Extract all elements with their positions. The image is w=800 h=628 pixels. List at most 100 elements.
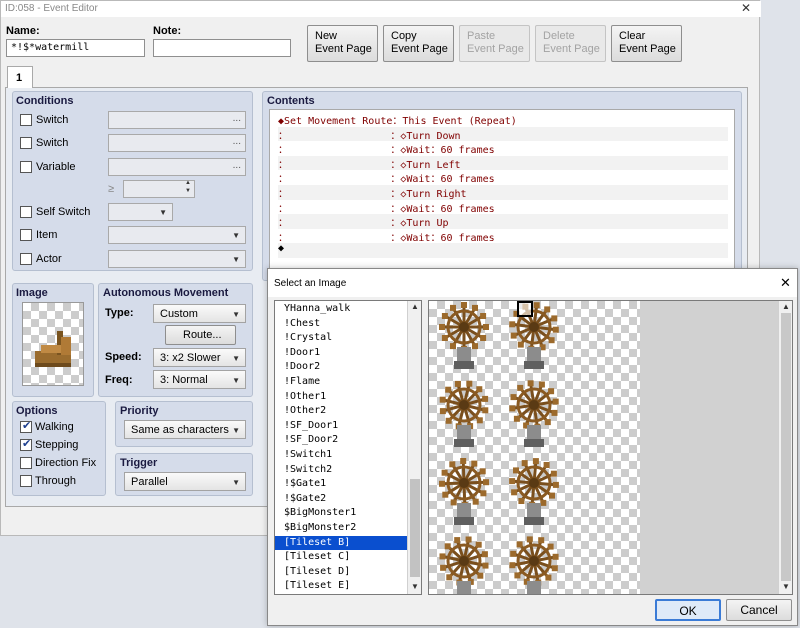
name-input[interactable]: *!$*watermill xyxy=(6,39,145,57)
file-list-item[interactable]: YHanna_walk xyxy=(275,302,408,317)
event-command-line[interactable]: ： ：◇Turn Right xyxy=(278,185,728,200)
file-list-item[interactable]: [Tileset D] xyxy=(275,565,408,580)
freq-value: 3: Normal xyxy=(160,374,208,386)
type-value: Custom xyxy=(160,308,198,320)
file-list-scrollbar[interactable]: ▲ ▼ xyxy=(407,301,421,594)
self-switch-select[interactable]: ▼ xyxy=(108,203,173,221)
file-list-item[interactable]: !$Gate2 xyxy=(275,492,408,507)
event-command-line[interactable]: ： ：◇Wait：60 frames xyxy=(278,141,728,156)
actor-checkbox[interactable] xyxy=(20,253,32,265)
conditions-panel: Conditions Switch ... Switch ... Variabl… xyxy=(12,91,253,271)
file-list-item[interactable]: !Flame xyxy=(275,375,408,390)
close-icon[interactable]: ✕ xyxy=(739,1,753,15)
scroll-thumb[interactable] xyxy=(410,479,420,577)
file-list-item[interactable]: [Tileset B] xyxy=(275,535,408,551)
file-list-item[interactable]: !SF_Door2 xyxy=(275,433,408,448)
selection-cursor xyxy=(517,301,533,317)
copy-event-page-label-2: Event Page xyxy=(391,43,448,55)
file-list-item[interactable]: !Switch1 xyxy=(275,448,408,463)
trigger-panel: Trigger Parallel ▼ xyxy=(115,453,253,496)
image-preview-area[interactable]: ▲ ▼ xyxy=(428,300,793,595)
copy-event-page-button[interactable]: Copy Event Page xyxy=(383,25,454,62)
item-checkbox[interactable] xyxy=(20,229,32,241)
tileset-canvas[interactable] xyxy=(429,301,640,594)
switch1-checkbox[interactable] xyxy=(20,114,32,126)
scroll-thumb[interactable] xyxy=(781,313,791,581)
event-command-line[interactable]: ： ：◇Turn Down xyxy=(278,126,728,142)
event-command-line[interactable]: ◆Set Movement Route：This Event (Repeat) xyxy=(278,112,728,127)
variable-checkbox[interactable] xyxy=(20,161,32,173)
file-list-item[interactable]: !Crystal xyxy=(275,331,408,346)
actor-select[interactable]: ▼ xyxy=(108,250,246,268)
switch1-field[interactable]: ... xyxy=(108,111,246,129)
file-list-item[interactable]: [Tileset E] xyxy=(275,579,408,594)
item-select[interactable]: ▼ xyxy=(108,226,246,244)
watermill-wheel-sprite[interactable] xyxy=(439,301,489,373)
event-commands-list[interactable]: ◆Set Movement Route：This Event (Repeat)：… xyxy=(269,109,735,271)
close-icon[interactable]: ✕ xyxy=(780,275,791,291)
dialog-title-bar: Select an Image ✕ xyxy=(268,269,797,297)
watermill-wheel-sprite[interactable] xyxy=(439,535,489,595)
type-select[interactable]: Custom ▼ xyxy=(153,304,246,323)
variable-value-spinner[interactable]: ▲ ▼ xyxy=(123,180,195,198)
event-command-line[interactable]: ： ：◇Turn Left xyxy=(278,155,728,171)
autonomous-title: Autonomous Movement xyxy=(103,287,229,299)
spin-down-icon[interactable]: ▼ xyxy=(185,188,191,194)
file-list-item[interactable]: !$Gate1 xyxy=(275,477,408,492)
event-command-line[interactable]: ： ：◇Wait：60 frames xyxy=(278,170,728,185)
file-list-item[interactable]: !Other1 xyxy=(275,390,408,405)
file-list-item[interactable]: !Chest xyxy=(275,317,408,332)
switch2-field[interactable]: ... xyxy=(108,134,246,152)
watermill-wheel-sprite[interactable] xyxy=(439,379,489,451)
watermill-wheel-sprite[interactable] xyxy=(509,535,559,595)
scroll-up-icon[interactable]: ▲ xyxy=(782,302,790,311)
scroll-up-icon[interactable]: ▲ xyxy=(411,302,419,311)
note-input[interactable] xyxy=(153,39,291,57)
file-list-item[interactable]: !SF_Door1 xyxy=(275,419,408,434)
speed-select[interactable]: 3: x2 Slower ▼ xyxy=(153,348,246,367)
image-file-list[interactable]: YHanna_walk !Chest !Crystal !Door1 !Door2 !Fl… xyxy=(274,300,422,595)
route-button[interactable]: Route... xyxy=(165,325,236,345)
event-image-preview[interactable] xyxy=(22,302,84,386)
delete-event-page-button[interactable]: Delete Event Page xyxy=(535,25,606,62)
spin-up-icon[interactable]: ▲ xyxy=(185,180,191,186)
file-list-item[interactable]: !Switch2 xyxy=(275,463,408,478)
through-checkbox[interactable] xyxy=(20,475,32,487)
chevron-down-icon: ▼ xyxy=(232,478,240,487)
walking-checkbox[interactable] xyxy=(20,419,32,433)
freq-select[interactable]: 3: Normal ▼ xyxy=(153,370,246,389)
clear-event-page-button[interactable]: Clear Event Page xyxy=(611,25,682,62)
event-command-line[interactable]: ： ：◇Wait：60 frames xyxy=(278,200,728,215)
scroll-down-icon[interactable]: ▼ xyxy=(782,582,790,591)
priority-select[interactable]: Same as characters ▼ xyxy=(124,420,246,439)
watermill-wheel-sprite[interactable] xyxy=(509,379,559,451)
preview-scrollbar[interactable]: ▲ ▼ xyxy=(778,301,792,594)
name-label: Name: xyxy=(6,25,40,37)
event-command-line[interactable]: ： ：◇Turn Up xyxy=(278,214,728,229)
direction-fix-checkbox[interactable] xyxy=(20,457,32,469)
stepping-checkbox[interactable] xyxy=(20,437,32,451)
file-list-item[interactable]: [Tileset C] xyxy=(275,550,408,565)
file-list-item[interactable]: !Other2 xyxy=(275,404,408,419)
file-list-item[interactable]: $BigMonster2 xyxy=(275,521,408,536)
paste-event-page-button[interactable]: Paste Event Page xyxy=(459,25,530,62)
file-list-item[interactable]: !Door1 xyxy=(275,346,408,361)
cancel-button[interactable]: Cancel xyxy=(726,599,792,621)
scroll-down-icon[interactable]: ▼ xyxy=(411,582,419,591)
file-list-item[interactable]: $BigMonster1 xyxy=(275,506,408,521)
file-list-item[interactable]: !Door2 xyxy=(275,360,408,375)
watermill-wheel-sprite[interactable] xyxy=(439,457,489,529)
variable-field[interactable]: ... xyxy=(108,158,246,176)
new-event-page-button[interactable]: New Event Page xyxy=(307,25,378,62)
trigger-select[interactable]: Parallel ▼ xyxy=(124,472,246,491)
ok-button[interactable]: OK xyxy=(655,599,721,621)
direction-fix-label: Direction Fix xyxy=(35,457,97,469)
watermill-wheel-sprite[interactable] xyxy=(509,457,559,529)
watermill-sprite-icon xyxy=(35,331,71,367)
event-command-line[interactable]: ： ：◇Wait：60 frames xyxy=(278,229,728,244)
switch2-checkbox[interactable] xyxy=(20,137,32,149)
event-command-line[interactable]: ◆ xyxy=(278,243,728,258)
switch2-ellipsis: ... xyxy=(232,136,241,147)
self-switch-checkbox[interactable] xyxy=(20,206,32,218)
tab-page-1[interactable]: 1 xyxy=(7,66,33,88)
